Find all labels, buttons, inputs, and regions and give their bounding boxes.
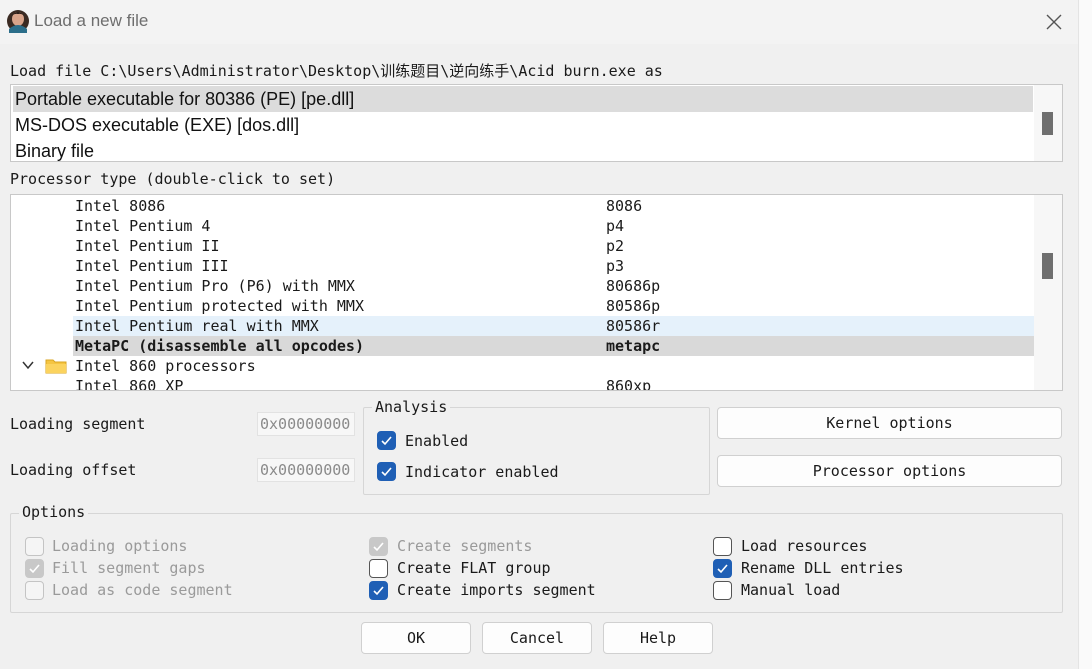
manual-load-checkbox[interactable]: [713, 581, 732, 600]
load-resources-label: Load resources: [741, 537, 868, 555]
create-imports-segment-checkbox[interactable]: [369, 581, 388, 600]
kernel-options-button[interactable]: Kernel options: [717, 407, 1062, 439]
processor-code: p3: [606, 257, 625, 275]
file-type-item-binary[interactable]: Binary file: [13, 138, 1033, 161]
file-list-scroll-thumb[interactable]: [1042, 112, 1053, 135]
fill-segment-gaps-label: Fill segment gaps: [52, 559, 206, 577]
ok-button[interactable]: OK: [361, 622, 471, 654]
processor-code: 80586p: [606, 297, 661, 315]
close-icon: [1046, 14, 1062, 30]
indicator-enabled-checkbox[interactable]: [377, 462, 396, 481]
checkmark-icon: [717, 564, 728, 574]
processor-name: MetaPC (disassemble all opcodes): [75, 337, 364, 355]
checkmark-icon: [381, 436, 392, 446]
checkmark-icon: [381, 467, 392, 477]
load-resources-checkbox[interactable]: [713, 537, 732, 556]
folder-icon: [45, 359, 67, 374]
manual-load-label: Manual load: [741, 581, 841, 599]
create-flat-group-label: Create FLAT group: [397, 559, 551, 577]
loading-segment-label: Loading segment: [10, 415, 146, 433]
processor-row-selected[interactable]: MetaPC (disassemble all opcodes) metapc: [73, 336, 1036, 356]
processor-group-row[interactable]: Intel 860 processors: [11, 356, 1036, 376]
processor-row[interactable]: Intel 8086 8086: [11, 196, 1036, 216]
load-as-code-segment-checkbox: [25, 581, 44, 600]
processor-name: Intel Pentium III: [75, 257, 229, 275]
window-title: Load a new file: [34, 11, 149, 30]
rename-dll-entries-label: Rename DLL entries: [741, 559, 904, 577]
help-button[interactable]: Help: [603, 622, 713, 654]
chevron-down-icon[interactable]: [21, 358, 35, 372]
create-segments-label: Create segments: [397, 537, 533, 555]
window-edge: [1078, 0, 1092, 669]
processor-name: Intel Pentium 4: [75, 217, 211, 235]
loading-segment-field: 0x00000000: [257, 412, 355, 436]
processor-code: metapc: [606, 337, 661, 355]
processor-name: Intel 860 XP: [75, 377, 184, 391]
checkmark-icon: [373, 586, 384, 596]
processor-list-scroll-thumb[interactable]: [1042, 253, 1053, 279]
processor-list[interactable]: Intel 8086 8086 Intel Pentium 4 p4 Intel…: [10, 194, 1063, 391]
processor-row[interactable]: Intel Pentium II p2: [11, 236, 1036, 256]
processor-row[interactable]: Intel Pentium Pro (P6) with MMX 80686p: [11, 276, 1036, 296]
processor-list-scrollbar[interactable]: [1034, 195, 1062, 390]
loading-options-label: Loading options: [52, 537, 188, 555]
file-type-item-dos[interactable]: MS-DOS executable (EXE) [dos.dll]: [13, 112, 1033, 138]
analysis-enabled-checkbox[interactable]: [377, 431, 396, 450]
processor-name: Intel 8086: [75, 197, 166, 215]
options-group-title: Options: [19, 503, 89, 521]
processor-name: Intel Pentium II: [75, 237, 220, 255]
file-list-scrollbar[interactable]: [1034, 85, 1062, 161]
processor-row[interactable]: Intel Pentium 4 p4: [11, 216, 1036, 236]
analysis-group-title: Analysis: [372, 398, 451, 416]
processor-code: p4: [606, 217, 625, 235]
processor-code: 80586r: [606, 317, 661, 335]
load-as-code-segment-label: Load as code segment: [52, 581, 233, 599]
create-imports-segment-label: Create imports segment: [397, 581, 596, 599]
analysis-group: [363, 407, 710, 495]
processor-row[interactable]: Intel Pentium protected with MMX 80586p: [11, 296, 1036, 316]
rename-dll-entries-checkbox[interactable]: [713, 559, 732, 578]
processor-name: Intel Pentium Pro (P6) with MMX: [75, 277, 355, 295]
processor-code: p2: [606, 237, 625, 255]
processor-row[interactable]: Intel Pentium III p3: [11, 256, 1036, 276]
cancel-button[interactable]: Cancel: [482, 622, 592, 654]
app-icon: [6, 9, 30, 33]
processor-options-button[interactable]: Processor options: [717, 455, 1062, 487]
load-file-label: Load file C:\Users\Administrator\Desktop…: [10, 62, 663, 80]
indicator-enabled-label: Indicator enabled: [405, 463, 559, 481]
processor-group-name: Intel 860 processors: [75, 357, 256, 375]
loading-options-checkbox: [25, 537, 44, 556]
loading-offset-field: 0x00000000: [257, 458, 355, 482]
analysis-enabled-label: Enabled: [405, 432, 469, 450]
processor-type-label: Processor type (double-click to set): [10, 170, 336, 188]
loading-offset-label: Loading offset: [10, 461, 137, 479]
fill-segment-gaps-checkbox: [25, 559, 44, 578]
processor-name: Intel Pentium protected with MMX: [75, 297, 364, 315]
create-flat-group-checkbox[interactable]: [369, 559, 388, 578]
close-button[interactable]: [1036, 6, 1072, 38]
processor-code: 860xp: [606, 377, 652, 391]
file-type-list[interactable]: Portable executable for 80386 (PE) [pe.d…: [10, 84, 1063, 162]
title-bar: [0, 0, 1078, 44]
processor-code: 80686p: [606, 277, 661, 295]
processor-code: 8086: [606, 197, 643, 215]
file-type-item-pe[interactable]: Portable executable for 80386 (PE) [pe.d…: [13, 86, 1033, 112]
processor-name: Intel Pentium real with MMX: [75, 317, 319, 335]
processor-row[interactable]: Intel 860 XP 860xp: [11, 376, 1036, 391]
checkmark-icon: [29, 564, 40, 574]
processor-row-hovered[interactable]: Intel Pentium real with MMX 80586r: [73, 316, 1036, 336]
create-segments-checkbox: [369, 537, 388, 556]
checkmark-icon: [373, 542, 384, 552]
